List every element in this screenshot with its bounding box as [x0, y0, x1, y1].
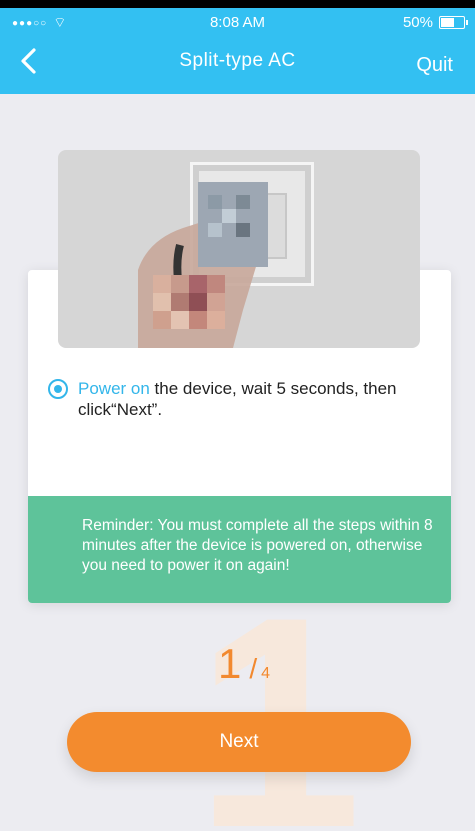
battery-percentage: 50%	[402, 14, 433, 31]
quit-button[interactable]: Quit	[416, 54, 453, 77]
status-bar: ●●●○○ ⌔ 8:08 AM 50%	[0, 8, 475, 36]
current-step: 1	[218, 640, 242, 687]
next-button[interactable]: Next	[67, 712, 411, 772]
step-separator: /	[249, 653, 258, 684]
reminder-text: Reminder: You must complete all the step…	[82, 517, 433, 574]
battery-icon	[439, 16, 468, 29]
battery-group: 50%	[402, 14, 468, 31]
total-steps: 4	[261, 665, 271, 682]
instruction-text: Power on the device, wait 5 seconds, the…	[78, 378, 428, 420]
instruction-row: Power on the device, wait 5 seconds, the…	[48, 378, 428, 420]
device-power-photo	[58, 150, 420, 348]
navigation-bar: Split-type AC Quit	[0, 46, 475, 86]
app-header: ●●●○○ ⌔ 8:08 AM 50% Split-type AC Quit	[0, 8, 475, 94]
hand-plug-image	[138, 182, 268, 348]
reminder-banner: Reminder: You must complete all the step…	[28, 496, 451, 603]
step-radio-icon	[48, 379, 68, 399]
step-indicator: 1 / 4	[218, 640, 270, 688]
page-title: Split-type AC	[179, 50, 296, 71]
top-black-bar	[0, 0, 475, 8]
instruction-highlight: Power on	[78, 379, 150, 398]
